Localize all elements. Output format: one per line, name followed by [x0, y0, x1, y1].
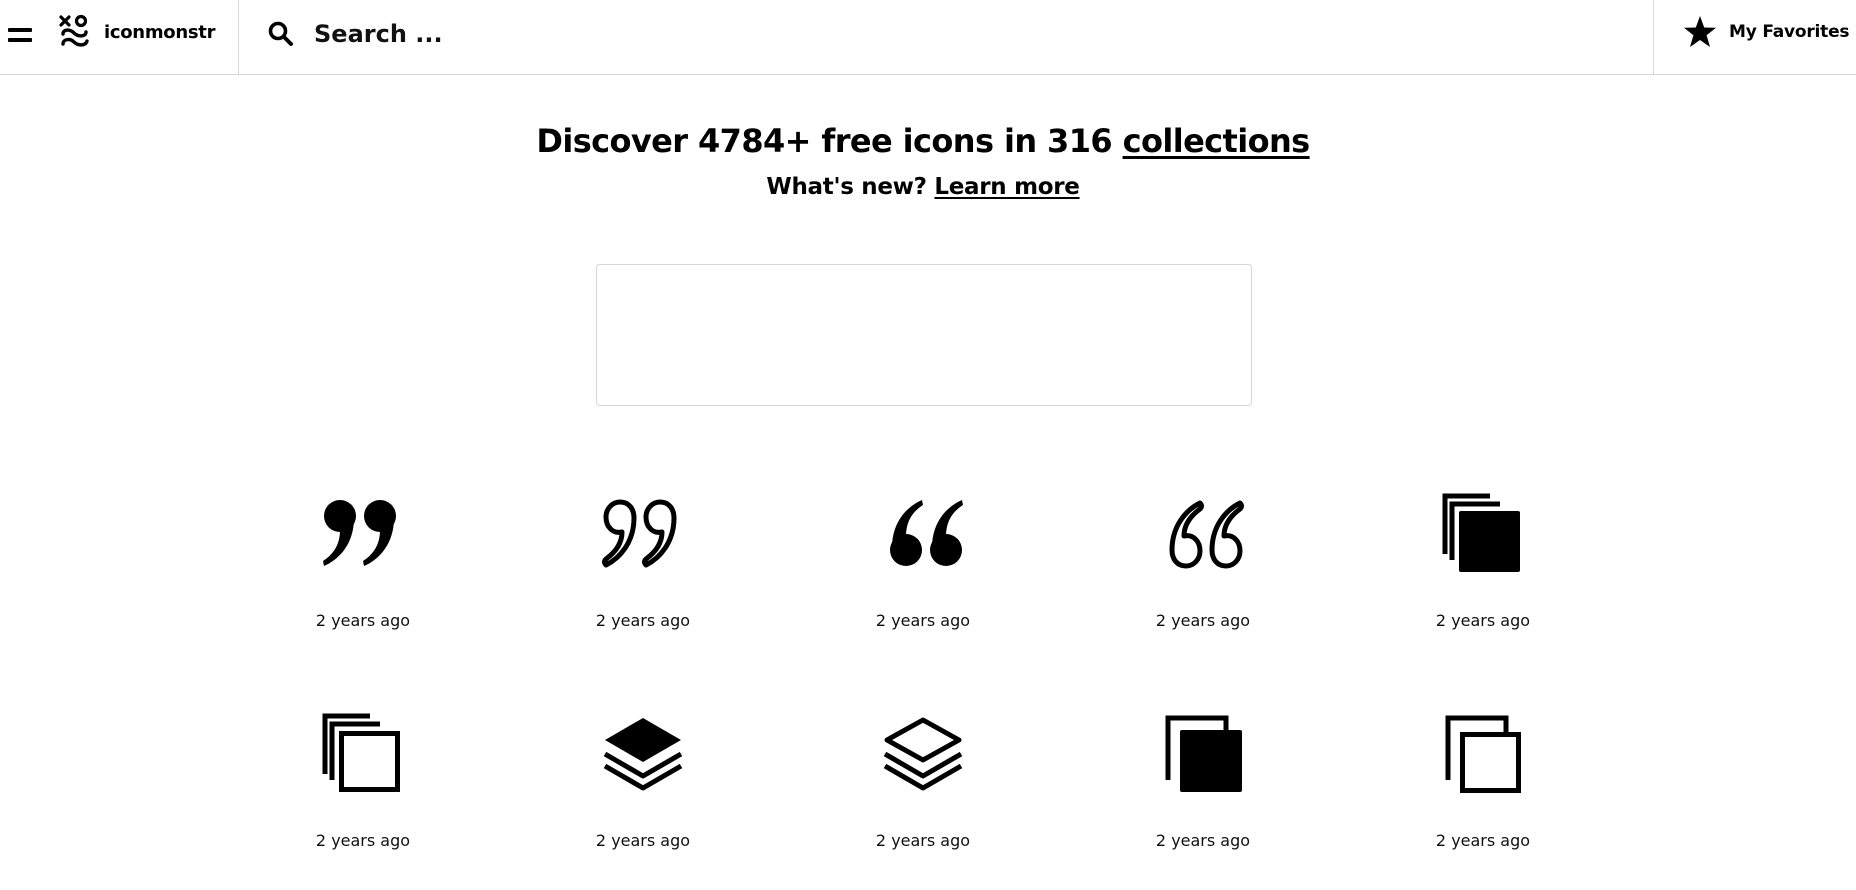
updated-time: 2 years ago — [1155, 611, 1251, 630]
icon-tile[interactable]: 2 years ago — [528, 710, 748, 890]
updated-time: 2 years ago — [1435, 611, 1531, 630]
updated-time: 2 years ago — [315, 831, 411, 850]
icon-tile[interactable]: 2 years ago — [248, 710, 468, 890]
stack-layers-outline-icon — [883, 717, 963, 791]
updated-time: 2 years ago — [595, 611, 691, 630]
updated-time: 2 years ago — [315, 611, 411, 630]
copy-filled-icon — [1165, 715, 1242, 792]
quote-outline-closing-icon — [602, 499, 677, 568]
whats-new-text: What's new? — [766, 174, 935, 200]
whats-new-line: What's new? Learn more — [0, 174, 1846, 200]
my-favorites-label: My Favorites — [1729, 22, 1850, 42]
icon-tile[interactable]: 2 years ago — [1368, 490, 1588, 670]
icon-tile[interactable]: 2 years ago — [808, 490, 1028, 670]
updated-time: 2 years ago — [1435, 831, 1531, 850]
layers-stacked-filled-icon — [1442, 493, 1520, 572]
logo-link[interactable]: iconmonstr — [58, 14, 215, 50]
logo-icon — [59, 14, 89, 47]
page-title: Discover 4784+ free icons in 316 collect… — [0, 122, 1846, 160]
updated-time: 2 years ago — [875, 611, 971, 630]
stack-layers-filled-icon — [603, 718, 683, 791]
icon-tile[interactable]: 2 years ago — [808, 710, 1028, 890]
icon-tile[interactable]: 2 years ago — [1088, 490, 1308, 670]
star-icon — [1684, 16, 1716, 47]
updated-time: 2 years ago — [875, 831, 971, 850]
icon-tile[interactable]: 2 years ago — [248, 490, 468, 670]
learn-more-link[interactable]: Learn more — [934, 174, 1080, 200]
updated-time: 2 years ago — [595, 831, 691, 850]
header-divider — [238, 0, 239, 75]
top-bar: iconmonstr My Favorites — [0, 0, 1856, 75]
copy-outline-icon — [1445, 715, 1521, 793]
title-text: Discover 4784+ free icons in 316 — [536, 122, 1123, 160]
my-favorites-link[interactable]: My Favorites — [1683, 14, 1850, 50]
menu-icon[interactable] — [8, 26, 34, 44]
icon-tile[interactable]: 2 years ago — [528, 490, 748, 670]
quote-outline-opening-icon — [1169, 500, 1244, 569]
icon-tile[interactable]: 2 years ago — [1088, 710, 1308, 890]
updated-time: 2 years ago — [1155, 831, 1251, 850]
search-input[interactable] — [314, 14, 1614, 54]
ad-placeholder — [596, 264, 1252, 406]
quote-filled-opening-icon — [890, 500, 963, 566]
layers-stacked-outline-icon — [322, 713, 400, 792]
collections-link[interactable]: collections — [1123, 122, 1311, 160]
logo-text: iconmonstr — [104, 21, 216, 43]
search-icon[interactable] — [267, 20, 295, 48]
header-divider — [1653, 0, 1654, 75]
quote-filled-closing-icon — [323, 500, 396, 566]
icon-tile[interactable]: 2 years ago — [1368, 710, 1588, 890]
